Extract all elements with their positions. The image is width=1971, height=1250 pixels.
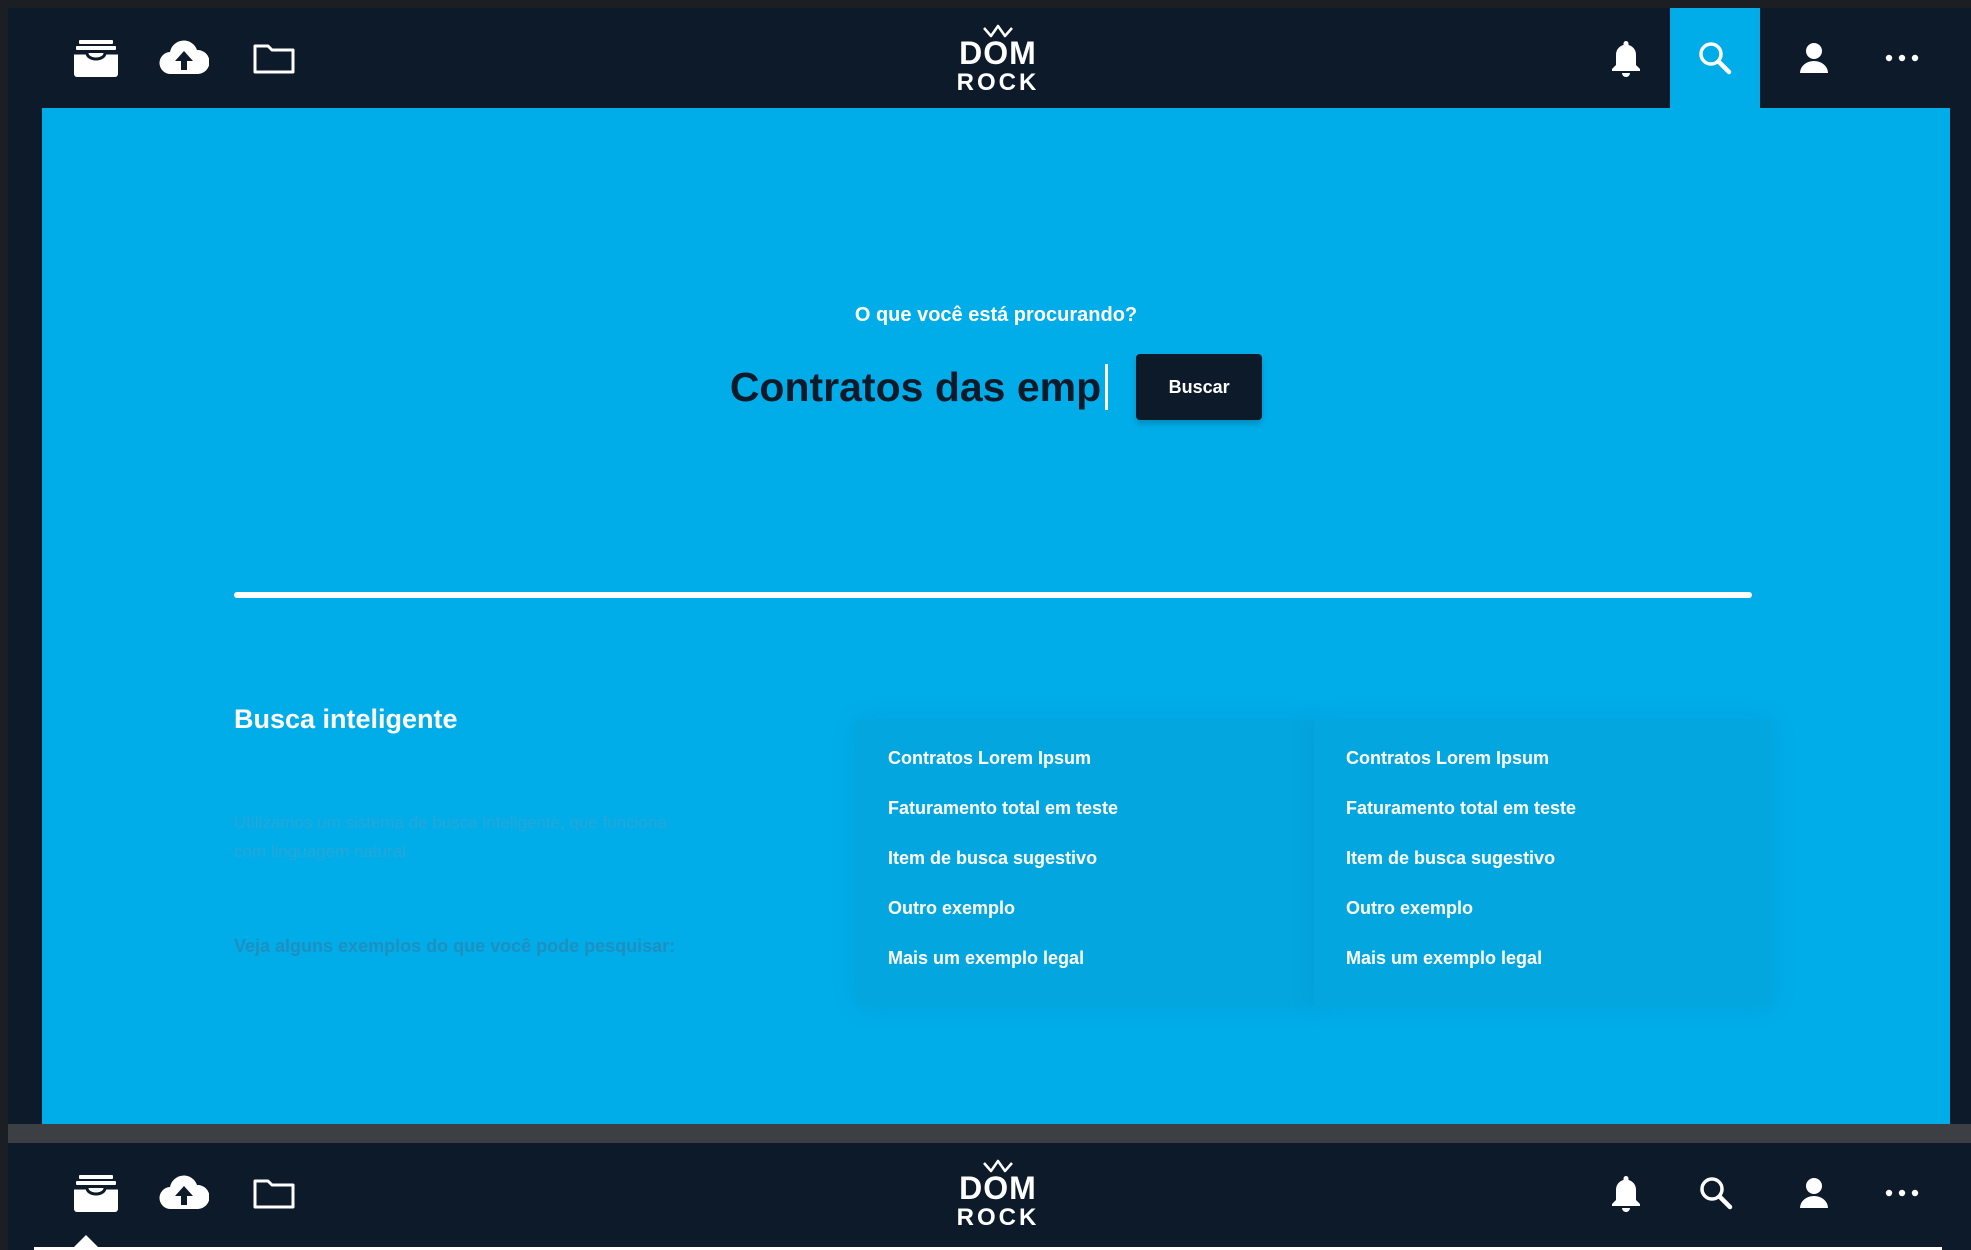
folder-button[interactable] — [246, 1165, 302, 1221]
archive-icon — [74, 40, 118, 77]
search-query-text: Contratos das emp — [729, 364, 1102, 410]
suggestion-item[interactable]: Item de busca sugestivo — [1346, 840, 1576, 890]
smart-search-description: Utilizamos um sistema de busca inteligen… — [234, 813, 667, 861]
suggestion-item[interactable]: Faturamento total em teste — [1346, 790, 1576, 840]
suggestion-item[interactable]: Contratos Lorem Ipsum — [1346, 740, 1576, 790]
suggestion-item[interactable]: Contratos Lorem Ipsum — [888, 740, 1118, 790]
logo-line-2: ROCK — [956, 1204, 1040, 1231]
user-icon — [1800, 1178, 1828, 1208]
examples-label: Veja alguns exemplos do que você pode pe… — [234, 936, 676, 956]
search-nav-button[interactable] — [1670, 8, 1760, 108]
search-nav-button[interactable] — [1688, 1165, 1744, 1221]
profile-button[interactable] — [1786, 1165, 1842, 1221]
suggestion-item[interactable]: Mais um exemplo legal — [1346, 940, 1576, 990]
suggestion-item[interactable]: Faturamento total em teste — [888, 790, 1118, 840]
folder-icon — [253, 1179, 295, 1209]
folder-button[interactable] — [246, 30, 302, 86]
upload-button[interactable] — [156, 30, 212, 86]
archive-icon — [74, 1175, 118, 1212]
smart-search-title: Busca inteligente — [234, 704, 458, 734]
search-input[interactable]: Contratos das emp — [729, 359, 1109, 415]
suggestion-list: Contratos Lorem Ipsum Faturamento total … — [1346, 740, 1576, 990]
text-cursor — [1105, 364, 1109, 410]
profile-button[interactable] — [1786, 30, 1842, 86]
screens-separator — [8, 1124, 1971, 1143]
user-icon — [1800, 43, 1828, 73]
suggestion-item[interactable]: Item de busca sugestivo — [888, 840, 1118, 890]
archive-button[interactable] — [68, 30, 124, 86]
more-options-button[interactable] — [1874, 1165, 1930, 1221]
section-divider — [234, 592, 1752, 598]
suggestion-item[interactable]: Outro exemplo — [1346, 890, 1576, 940]
active-tab-indicator — [74, 1235, 98, 1247]
top-navbar: DOM ROCK — [8, 8, 1971, 108]
notifications-button[interactable] — [1598, 1165, 1654, 1221]
bell-icon — [1612, 1176, 1640, 1212]
search-icon — [1700, 1177, 1733, 1210]
suggestion-list: Contratos Lorem Ipsum Faturamento total … — [888, 740, 1118, 990]
folder-icon — [253, 44, 295, 74]
logo-line-1: DOM — [959, 35, 1037, 71]
search-question-label: O que você está procurando? — [854, 304, 1138, 326]
more-icon — [1885, 1189, 1919, 1197]
more-options-button[interactable] — [1874, 30, 1930, 86]
search-page: O que você está procurando? Contratos da… — [42, 108, 1950, 1124]
top-navbar-2: DOM ROCK — [8, 1143, 1971, 1243]
more-icon — [1885, 54, 1919, 62]
archive-button[interactable] — [68, 1165, 124, 1221]
logo-line-2: ROCK — [956, 69, 1040, 96]
suggestion-item[interactable]: Mais um exemplo legal — [888, 940, 1118, 990]
buscar-button[interactable]: Buscar — [1136, 354, 1263, 420]
suggestions-card-1: Contratos Lorem Ipsum Faturamento total … — [856, 720, 1314, 1006]
logo-crown-icon — [983, 1159, 1013, 1173]
suggestion-item[interactable]: Outro exemplo — [888, 890, 1118, 940]
search-bar: Contratos das emp Buscar — [42, 354, 1950, 420]
dom-rock-logo: DOM ROCK — [954, 1157, 1042, 1231]
upload-button[interactable] — [156, 1165, 212, 1221]
bell-icon — [1612, 41, 1640, 77]
app-window: DOM ROCK O que você está procurando? Con… — [8, 8, 1971, 1124]
dom-rock-logo: DOM ROCK — [954, 22, 1042, 96]
cloud-upload-icon — [159, 1175, 209, 1210]
search-icon — [1699, 42, 1732, 75]
cloud-upload-icon — [159, 40, 209, 75]
logo-crown-icon — [983, 24, 1013, 38]
app-window-2: DOM ROCK — [8, 1143, 1971, 1250]
notifications-button[interactable] — [1598, 30, 1654, 86]
suggestions-card-2: Contratos Lorem Ipsum Faturamento total … — [1314, 720, 1772, 1006]
logo-line-1: DOM — [959, 1170, 1037, 1206]
